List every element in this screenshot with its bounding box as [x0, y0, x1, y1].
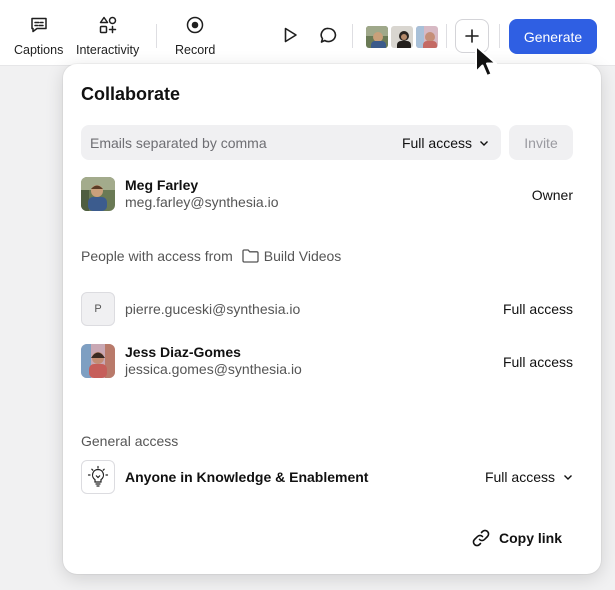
avatar	[389, 24, 415, 50]
editor-toolbar: Captions Interactivity Record Generate	[0, 0, 615, 66]
general-access-label: General access	[81, 433, 179, 449]
invite-access-value: Full access	[401, 134, 472, 151]
mouse-cursor-icon	[474, 44, 502, 85]
play-button[interactable]	[277, 22, 303, 48]
inherited-access-text: People with access from	[81, 248, 233, 264]
owner-name: Meg Farley	[125, 177, 199, 193]
record-label: Record	[175, 43, 216, 57]
toolbar-divider	[352, 24, 353, 48]
member-role[interactable]: Full access	[503, 354, 573, 370]
copy-link-button[interactable]: Copy link	[471, 528, 562, 548]
avatar	[81, 344, 115, 378]
record-icon	[185, 14, 205, 36]
workspace-icon	[81, 460, 115, 494]
collaborator-avatars[interactable]	[364, 24, 440, 50]
member-row: P pierre.guceski@synthesia.io	[81, 292, 300, 326]
owner-email: meg.farley@synthesia.io	[125, 194, 279, 210]
comments-button[interactable]	[315, 22, 341, 48]
owner-row: Meg Farley meg.farley@synthesia.io	[81, 177, 279, 211]
generate-button[interactable]: Generate	[509, 19, 597, 54]
owner-role: Owner	[531, 187, 573, 203]
member-email: pierre.guceski@synthesia.io	[125, 300, 301, 317]
toolbar-divider	[446, 24, 447, 48]
email-input[interactable]	[90, 134, 370, 151]
link-icon	[472, 529, 490, 547]
invite-access-dropdown[interactable]: Full access	[402, 125, 489, 160]
captions-icon	[29, 14, 49, 36]
general-access-dropdown[interactable]: Full access	[485, 469, 573, 485]
member-email: jessica.gomes@synthesia.io	[125, 361, 302, 377]
copy-link-label: Copy link	[499, 530, 563, 546]
chevron-down-icon	[564, 475, 572, 480]
interactivity-icon	[98, 14, 118, 36]
member-role[interactable]: Full access	[503, 301, 573, 317]
chevron-down-icon	[480, 140, 488, 146]
folder-icon	[242, 249, 259, 263]
popover-title: Collaborate	[81, 84, 181, 104]
avatar	[414, 24, 440, 50]
interactivity-tool[interactable]: Interactivity	[76, 14, 139, 57]
email-invite-field[interactable]: Full access	[81, 125, 501, 160]
plus-icon	[465, 29, 479, 43]
general-access-value: Full access	[484, 469, 555, 485]
member-row: Jess Diaz-Gomes jessica.gomes@synthesia.…	[81, 344, 302, 378]
captions-tool[interactable]: Captions	[14, 14, 63, 57]
collaborate-popover: Collaborate Full access Invite Meg Farle…	[63, 64, 601, 574]
avatar	[364, 24, 390, 50]
interactivity-label: Interactivity	[76, 43, 140, 57]
general-access-scope: Anyone in Knowledge & Enablement	[125, 469, 369, 485]
initial-avatar: P	[81, 292, 115, 326]
record-tool[interactable]: Record	[175, 14, 215, 57]
member-name: Jess Diaz-Gomes	[125, 344, 241, 360]
inherited-access-label: People with access from Build Videos	[81, 248, 341, 264]
captions-label: Captions	[14, 43, 64, 57]
play-icon	[284, 27, 297, 43]
toolbar-divider	[156, 24, 157, 48]
folder-link[interactable]: Build Videos	[264, 248, 342, 264]
comment-icon	[319, 27, 336, 43]
avatar	[81, 177, 115, 211]
invite-button[interactable]: Invite	[509, 125, 573, 160]
general-access-row: Anyone in Knowledge & Enablement Full ac…	[81, 459, 573, 495]
